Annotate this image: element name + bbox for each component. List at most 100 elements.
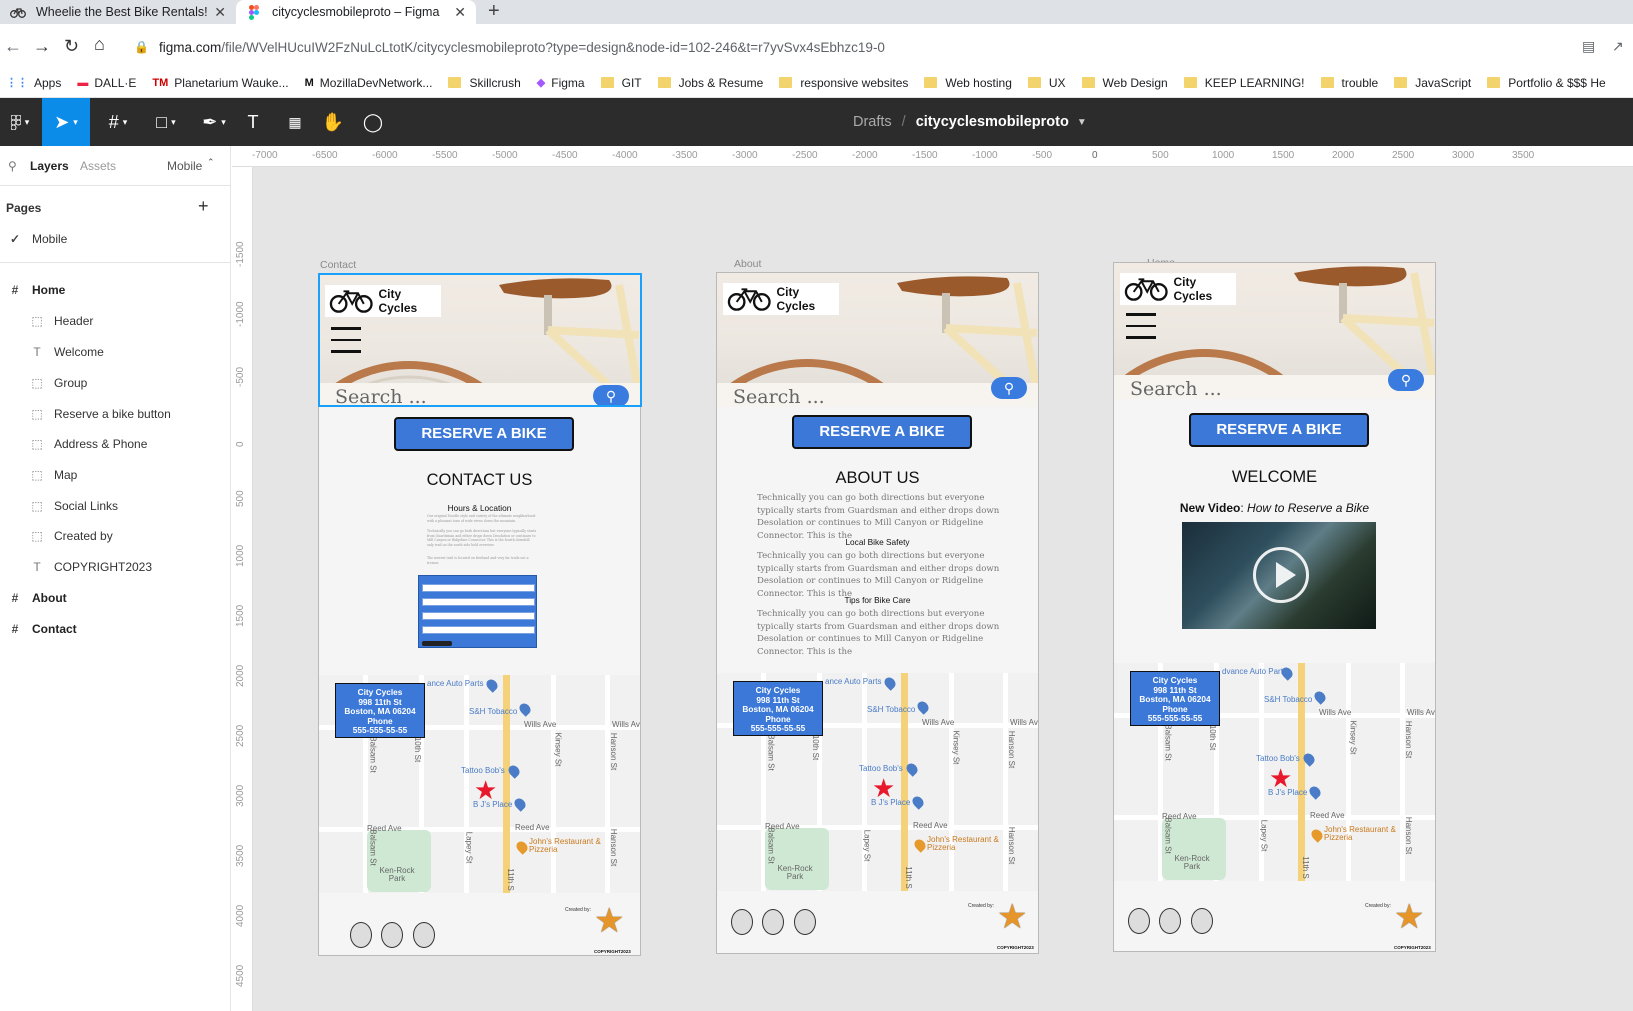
clipboard-icon[interactable]: ▤: [1582, 38, 1595, 55]
bookmark-mozilladevnetwork[interactable]: M MozillaDevNetwork...: [305, 76, 433, 90]
social-link-circle[interactable]: [762, 909, 784, 935]
move-tool-icon[interactable]: ➤ ▾: [42, 98, 90, 146]
brand-logo[interactable]: City Cycles: [1120, 273, 1236, 305]
map-pin-icon[interactable]: [484, 677, 500, 693]
social-link-circle[interactable]: [1191, 908, 1213, 934]
layer-about[interactable]: # About: [0, 583, 230, 613]
address-bar[interactable]: 🔒 figma.com/file/WVelHUcuIW2FzNuLcLtotK/…: [134, 32, 1574, 62]
map-pin-icon[interactable]: [512, 796, 528, 812]
close-tab-icon[interactable]: ✕: [214, 4, 226, 21]
layer-address-phone[interactable]: ⬚ Address & Phone: [0, 429, 230, 459]
play-icon[interactable]: [1253, 547, 1309, 603]
hamburger-menu-icon[interactable]: [1126, 313, 1156, 339]
resources-icon[interactable]: ▦: [282, 98, 308, 146]
social-link-circle[interactable]: [381, 922, 403, 948]
social-link-circle[interactable]: [794, 909, 816, 935]
map-pin-icon[interactable]: [1307, 784, 1323, 800]
bookmark-skillcrush[interactable]: Skillcrush: [448, 76, 521, 90]
map-pin-icon[interactable]: [517, 701, 533, 717]
map[interactable]: dvance Auto Parts S&H Tobacco Tattoo Bob's…: [1114, 663, 1435, 881]
search-icon[interactable]: ⚲: [991, 377, 1027, 399]
chevron-down-icon[interactable]: ▼: [1077, 117, 1087, 128]
layer-group[interactable]: ⬚ Group: [0, 368, 230, 398]
map-pin-icon[interactable]: [912, 837, 928, 853]
layer-created-by[interactable]: ⬚ Created by: [0, 521, 230, 551]
frame-home[interactable]: City Cycles Search ... ⚲ RESERVE A BIKE …: [1113, 262, 1436, 952]
close-tab-icon[interactable]: ✕: [454, 4, 466, 21]
comment-icon[interactable]: ◯: [360, 98, 386, 146]
bookmark-trouble[interactable]: trouble: [1320, 76, 1378, 90]
submit-button[interactable]: [422, 641, 452, 646]
social-link-circle[interactable]: [413, 922, 435, 948]
contact-form[interactable]: [418, 575, 537, 648]
layer-welcome[interactable]: T Welcome: [0, 337, 230, 367]
bookmark-apps[interactable]: ⋮⋮ Apps: [6, 76, 61, 90]
form-field[interactable]: [422, 626, 535, 634]
map-pin-icon[interactable]: [1312, 689, 1328, 705]
social-link-circle[interactable]: [1159, 908, 1181, 934]
layer-contact[interactable]: # Contact: [0, 614, 230, 644]
search-icon[interactable]: ⚲: [1388, 369, 1424, 391]
search-icon[interactable]: ⚲: [8, 159, 17, 173]
video-player[interactable]: [1182, 522, 1376, 629]
layer-reserve-a-bike-button[interactable]: ⬚ Reserve a bike button: [0, 399, 230, 429]
forward-arrow-icon[interactable]: →: [33, 36, 51, 57]
design-canvas[interactable]: -7000 -6500 -6000 -5500 -5000 -4500 -4000 -3500…: [232, 146, 1633, 1011]
layer-map[interactable]: ⬚ Map: [0, 460, 230, 490]
brand-logo[interactable]: City Cycles: [723, 283, 839, 315]
layer-social-links[interactable]: ⬚ Social Links: [0, 491, 230, 521]
file-name[interactable]: citycyclesmobileproto: [916, 114, 1069, 130]
frame-label-about[interactable]: About: [734, 258, 761, 270]
map[interactable]: ance Auto Parts S&H Tobacco Tattoo Bob's B …: [717, 673, 1038, 891]
bookmark-dall-e[interactable]: ▬ DALL·E: [77, 76, 136, 90]
bookmark-keep-learning[interactable]: KEEP LEARNING!: [1183, 76, 1305, 90]
pen-tool-icon[interactable]: ✒ ▾: [192, 98, 236, 146]
reserve-bike-button[interactable]: RESERVE A BIKE: [792, 415, 972, 449]
frame-label-contact[interactable]: Contact: [320, 259, 356, 271]
social-link-circle[interactable]: [350, 922, 372, 948]
map[interactable]: ance Auto Parts S&H Tobacco Tattoo Bob's B …: [319, 675, 640, 893]
bookmark-responsive-websites[interactable]: responsive websites: [779, 76, 908, 90]
reserve-bike-button[interactable]: RESERVE A BIKE: [1189, 413, 1369, 447]
hand-tool-icon[interactable]: ✋: [320, 98, 346, 146]
bookmark-portfolio-he[interactable]: Portfolio & $$$ He: [1487, 76, 1606, 90]
search-bar[interactable]: Search ... ⚲: [717, 377, 1038, 408]
bookmark-git[interactable]: GIT: [600, 76, 642, 90]
chevron-up-icon[interactable]: ⌃: [207, 157, 215, 168]
reserve-bike-button[interactable]: RESERVE A BIKE: [394, 417, 574, 451]
layer-home[interactable]: # Home: [0, 275, 230, 305]
text-tool-icon[interactable]: T: [240, 98, 266, 146]
breadcrumb-drafts[interactable]: Drafts: [853, 114, 892, 130]
share-icon[interactable]: ↗: [1612, 38, 1624, 55]
frame-tool-icon[interactable]: # ▾: [96, 98, 140, 146]
bookmark-javascript[interactable]: JavaScript: [1394, 76, 1471, 90]
reload-icon[interactable]: ↻: [64, 36, 79, 57]
page-switcher[interactable]: Mobile: [167, 159, 202, 173]
shape-tool-icon[interactable]: □ ▾: [144, 98, 188, 146]
map-pin-icon[interactable]: [910, 794, 926, 810]
tab-layers[interactable]: Layers: [30, 159, 69, 173]
layer-copyright2023[interactable]: T COPYRIGHT2023: [0, 552, 230, 582]
bookmark-jobs-resume[interactable]: Jobs & Resume: [657, 76, 763, 90]
bookmark-figma[interactable]: ◆ Figma: [537, 76, 585, 90]
add-page-icon[interactable]: +: [198, 196, 209, 217]
browser-tab-figma[interactable]: citycyclesmobileproto – Figma ✕: [236, 0, 476, 24]
search-bar[interactable]: Search ... ⚲: [1114, 369, 1435, 400]
bookmark-web-hosting[interactable]: Web hosting: [924, 76, 1012, 90]
map-pin-icon[interactable]: [915, 699, 931, 715]
map-pin-icon[interactable]: [1309, 827, 1325, 843]
social-link-circle[interactable]: [731, 909, 753, 935]
browser-tab-wheelie[interactable]: Wheelie the Best Bike Rentals! ✕: [0, 0, 236, 24]
bookmark-ux[interactable]: UX: [1027, 76, 1066, 90]
map-pin-icon[interactable]: [882, 675, 898, 691]
social-link-circle[interactable]: [1128, 908, 1150, 934]
page-item-mobile[interactable]: ✓ Mobile: [0, 224, 230, 254]
frame-about[interactable]: City Cycles Search ... ⚲ RESERVE A BIKE …: [716, 272, 1039, 954]
main-menu-icon[interactable]: ▾: [0, 98, 40, 146]
new-tab-button[interactable]: +: [488, 0, 500, 24]
map-pin-icon[interactable]: [514, 839, 530, 855]
home-icon[interactable]: ⌂: [94, 34, 105, 55]
form-field[interactable]: [422, 584, 535, 592]
bookmark-planetarium-wauke[interactable]: TM Planetarium Wauke...: [152, 76, 288, 90]
back-arrow-icon[interactable]: ←: [4, 36, 22, 57]
